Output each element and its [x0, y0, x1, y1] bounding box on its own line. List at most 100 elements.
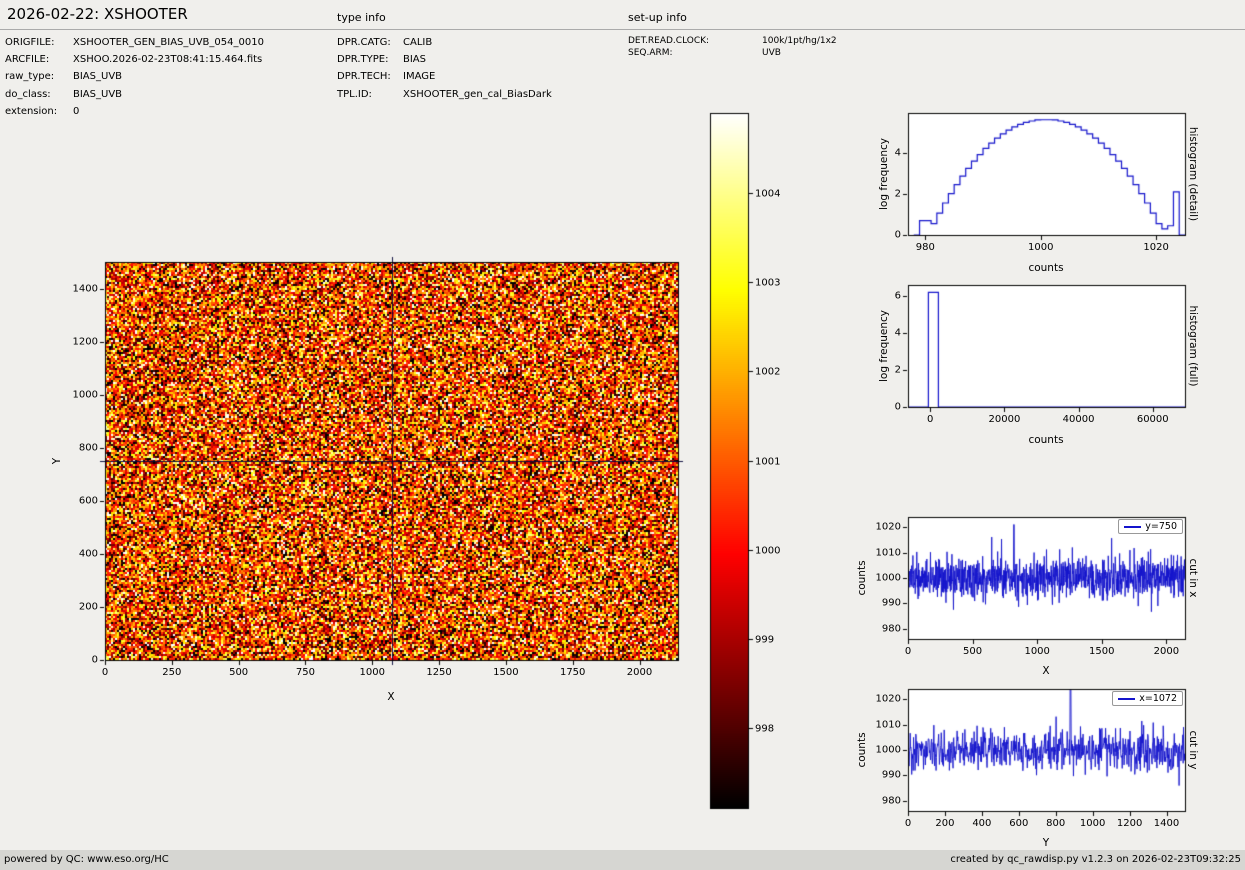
x-tick-label: 60000: [1136, 414, 1169, 425]
colorbar-tick-label: 999: [755, 634, 775, 645]
metadata-row: extension: 0: [5, 103, 264, 120]
metadata-key: DPR.TYPE:: [337, 54, 389, 66]
y-tick-label: 1010: [875, 719, 901, 731]
cut-in-y-legend-label: x=1072: [1139, 693, 1177, 704]
colorbar-tick-label: 1004: [755, 188, 781, 199]
x-tick-label: 1500: [1089, 646, 1115, 657]
cut-in-x-y-axis-label: counts: [856, 560, 868, 596]
metadata-row: DET.READ.CLOCK: 100k/1pt/hg/1x2: [628, 36, 837, 48]
metadata-value: XSHOO.2026-02-23T08:41:15.464.fits: [73, 54, 263, 66]
cut-in-x-legend: y=750: [1118, 519, 1183, 534]
legend-line-swatch: [1124, 525, 1142, 528]
y-tick-label: 1000: [875, 744, 901, 756]
x-tick-label: 1000: [1027, 242, 1054, 253]
x-tick-label: 750: [295, 667, 315, 678]
metadata-value: 100k/1pt/hg/1x2: [762, 36, 837, 46]
metadata-key: DPR.CATG:: [337, 37, 391, 48]
cut-in-x-x-axis-label: X: [1042, 665, 1050, 677]
cut-in-x-plot: y=750 0 500 1000 1500 2000 980 990 1000 1010 1020: [876, 509, 1193, 657]
setup-info-block: DET.READ.CLOCK: 100k/1pt/hg/1x2 SEQ.ARM: UV…: [628, 36, 837, 59]
metadata-key: SEQ.ARM:: [628, 47, 673, 58]
metadata-key: ARCFILE:: [5, 54, 50, 66]
histogram-full-plot: 0 20000 40000 60000 0 2 4 6: [895, 277, 1193, 425]
y-tick-label: 980: [881, 795, 901, 807]
colorbar-tick-label: 1003: [755, 277, 781, 288]
y-tick-label: 1400: [72, 283, 98, 295]
x-tick-label: 20000: [988, 414, 1021, 425]
x-tick-label: 0: [904, 818, 912, 829]
metadata-row: ARCFILE: XSHOO.2026-02-23T08:41:15.464.fi…: [5, 51, 264, 68]
x-tick-label: 2000: [1153, 646, 1180, 657]
metadata-value: XSHOOTER_gen_cal_BiasDark: [403, 88, 552, 100]
metadata-row: ORIGFILE: XSHOOTER_GEN_BIAS_UVB_054_0010: [5, 34, 264, 51]
y-tick-label: 990: [881, 769, 901, 781]
type-info-block: DPR.CATG: CALIB DPR.TYPE: BIAS DPR.TECH: IMAG…: [337, 34, 552, 103]
y-tick-label: 1020: [875, 521, 901, 533]
y-tick-label: 6: [894, 290, 901, 302]
metadata-value: BIAS_UVB: [73, 88, 123, 100]
x-tick-label: 200: [935, 818, 955, 829]
metadata-row: TPL.ID: XSHOOTER_gen_cal_BiasDark: [337, 86, 552, 103]
metadata-key: raw_type:: [5, 71, 55, 83]
metadata-row: DPR.TECH: IMAGE: [337, 68, 552, 85]
y-tick-label: 1200: [72, 336, 98, 348]
x-tick-label: 2000: [626, 667, 653, 678]
histogram-detail-x-axis-label: counts: [1028, 262, 1064, 274]
setup-info-heading: set-up info: [628, 11, 687, 24]
cut-in-y-plot: x=1072 0 200 400 600 800 1000 1200 1400 980 990 10…: [876, 681, 1193, 829]
colorbar: 998 999 1000 1001 1002 1003 1004: [702, 105, 780, 816]
x-tick-label: 0: [101, 667, 109, 678]
histogram-detail-y-axis-label: log frequency: [878, 137, 890, 211]
x-tick-label: 0: [927, 414, 934, 425]
x-tick-label: 1400: [1153, 818, 1180, 829]
y-tick-label: 1000: [72, 389, 98, 401]
histogram-full-y-axis-label: log frequency: [878, 309, 890, 383]
type-info-heading: type info: [337, 11, 386, 24]
x-tick-label: 400: [972, 818, 992, 829]
footer-qc-link[interactable]: powered by QC: www.eso.org/HC: [4, 850, 169, 870]
cut-in-x-side-label: cut in x: [1187, 558, 1199, 598]
x-tick-label: 1000: [1079, 818, 1106, 829]
metadata-row: raw_type: BIAS_UVB: [5, 68, 264, 85]
legend-line-swatch: [1118, 697, 1136, 700]
header-bar: 2026-02-22: XSHOOTER type info set-up in…: [0, 0, 1245, 30]
histogram-full-canvas: [900, 277, 1193, 415]
y-tick-label: 2: [894, 364, 901, 376]
y-tick-label: 0: [91, 654, 98, 666]
footer-bar: powered by QC: www.eso.org/HC created by…: [0, 850, 1245, 870]
x-tick-label: 980: [915, 242, 935, 253]
x-tick-label: 500: [963, 646, 983, 657]
y-tick-label: 200: [78, 601, 98, 613]
cut-in-y-side-label: cut in y: [1187, 730, 1199, 770]
cut-in-x-legend-label: y=750: [1145, 521, 1177, 532]
metadata-key: DPR.TECH:: [337, 71, 391, 83]
y-tick-label: 1000: [875, 572, 901, 584]
x-tick-label: 1000: [1024, 646, 1050, 657]
raw-image-plot: 0 250 500 750 1000 1250 1500 1750 2000 0 200 400 600…: [73, 254, 686, 678]
metadata-row: SEQ.ARM: UVB: [628, 48, 837, 60]
x-tick-label: 1200: [1116, 818, 1143, 829]
cut-in-y-x-axis-label: Y: [1042, 837, 1050, 849]
metadata-row: DPR.CATG: CALIB: [337, 34, 552, 51]
x-tick-label: 0: [904, 646, 912, 657]
y-tick-label: 4: [894, 147, 901, 159]
histogram-full-side-label: histogram (full): [1187, 305, 1199, 387]
histogram-detail-side-label: histogram (detail): [1187, 126, 1199, 222]
metadata-value: BIAS_UVB: [73, 71, 123, 83]
x-tick-label: 800: [1046, 818, 1066, 829]
page-title: 2026-02-22: XSHOOTER: [7, 5, 188, 23]
x-tick-label: 1500: [493, 667, 519, 678]
raw-image-canvas: [97, 254, 686, 668]
metadata-key: extension:: [5, 105, 58, 117]
y-tick-label: 800: [78, 442, 98, 454]
metadata-value: 0: [73, 105, 80, 117]
cut-in-y-legend: x=1072: [1112, 691, 1183, 706]
raw-image-x-axis-label: X: [387, 691, 395, 703]
metadata-key: do_class:: [5, 88, 51, 100]
x-tick-label: 500: [229, 667, 249, 678]
y-tick-label: 4: [894, 327, 901, 339]
y-tick-label: 990: [881, 597, 901, 609]
cut-in-y-y-axis-label: counts: [856, 732, 868, 768]
x-tick-label: 1250: [426, 667, 452, 678]
colorbar-tick-label: 998: [755, 723, 775, 734]
